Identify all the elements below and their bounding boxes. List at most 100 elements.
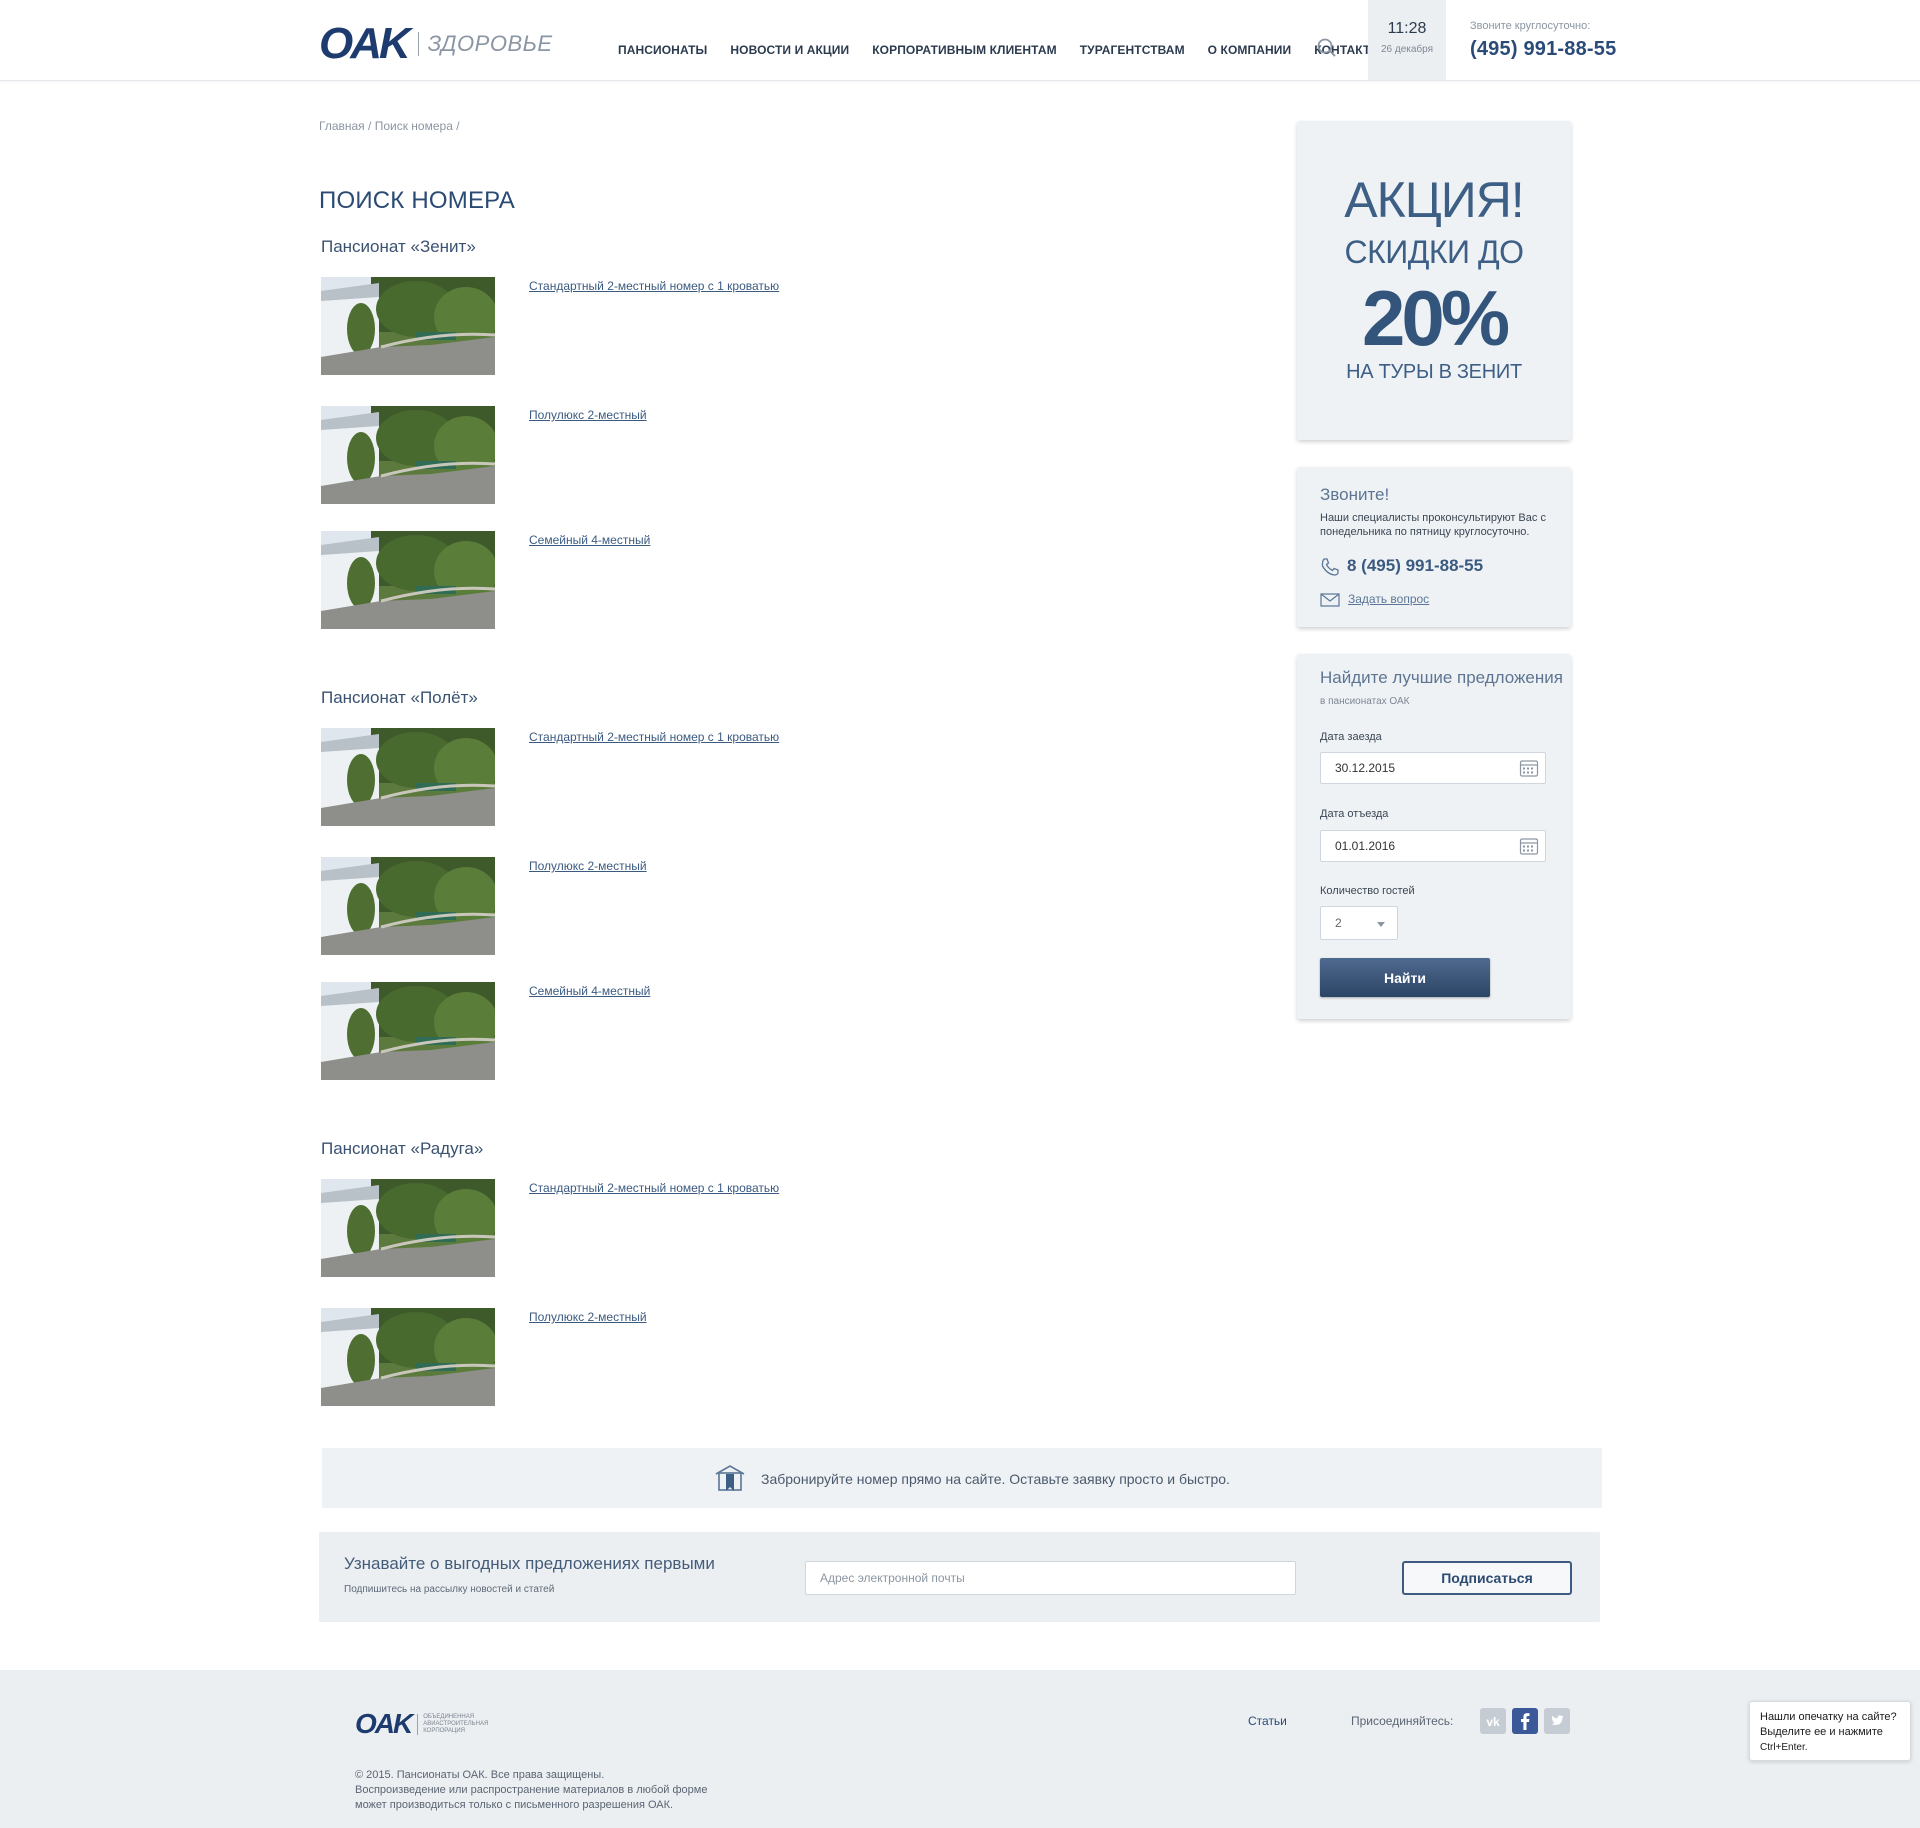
room-item: Стандартный 2-местный номер с 1 кроватью (321, 1179, 779, 1277)
checkout-label: Дата отъезда (1320, 808, 1389, 820)
logo-oak: OAK (319, 19, 411, 68)
room-link[interactable]: Полулюкс 2-местный (529, 408, 647, 422)
breadcrumb: Главная / Поиск номера / (319, 119, 460, 133)
room-link[interactable]: Стандартный 2-местный номер с 1 кроватью (529, 730, 779, 744)
clock-widget: 11:28 26 декабря (1368, 0, 1446, 80)
newsletter-title: Узнавайте о выгодных предложениях первым… (344, 1554, 715, 1573)
room-link[interactable]: Стандартный 2-местный номер с 1 кроватью (529, 279, 779, 293)
booking-banner: Забронируйте номер прямо на сайте. Остав… (322, 1448, 1602, 1508)
room-item: Семейный 4-местный (321, 531, 650, 629)
vk-icon[interactable]: vk (1480, 1708, 1506, 1734)
logo-subtitle: ЗДОРОВЬЕ (427, 31, 553, 56)
breadcrumb-home[interactable]: Главная (319, 119, 365, 133)
notice-line: Воспроизведение или распространение мате… (355, 1784, 708, 1796)
contact-text: Наши специалисты проконсультируют Вас с … (1320, 512, 1546, 538)
group-title-raduga: Пансионат «Радуга» (321, 1139, 484, 1158)
room-link[interactable]: Полулюкс 2-местный (529, 1310, 647, 1324)
room-photo[interactable] (321, 277, 495, 375)
site-footer: OAK ОБЪЕДИНЕННАЯ АВИАСТРОИТЕЛЬНАЯ КОРПОР… (0, 1670, 1920, 1828)
checkin-date-input[interactable] (1320, 752, 1546, 784)
promo-banner[interactable]: АКЦИЯ! СКИДКИ ДО 20% НА ТУРЫ В ЗЕНИТ (1297, 121, 1571, 440)
search-form-title: Найдите лучшие предложения (1320, 668, 1563, 687)
call-label: Звоните круглосуточно: (1470, 20, 1591, 32)
promo-percent: 20% (1361, 274, 1510, 362)
phone-icon (1320, 557, 1340, 582)
room-item: Полулюкс 2-местный (321, 406, 647, 504)
footer-copyright: © 2015. Пансионаты ОАК. Все права защище… (355, 1768, 707, 1813)
email-input[interactable] (805, 1561, 1296, 1595)
newsletter-block: Узнавайте о выгодных предложениях первым… (319, 1532, 1600, 1622)
find-button[interactable]: Найти (1320, 958, 1490, 997)
promo-discount-label: СКИДКИ ДО (1344, 234, 1524, 270)
header-call: Звоните круглосуточно: (495) 991-88-55 (1470, 20, 1616, 61)
nav-item-news[interactable]: НОВОСТИ И АКЦИИ (730, 43, 849, 57)
contact-phone[interactable]: 8 (495) 991-88-55 (1347, 556, 1483, 576)
newsletter-subtitle: Подпишитесь на рассылку новостей и стате… (344, 1584, 555, 1595)
room-photo[interactable] (321, 728, 495, 826)
contact-title: Звоните! (1320, 485, 1390, 504)
footer-logo-oak: OAK (355, 1708, 413, 1739)
search-icon[interactable] (1317, 38, 1336, 57)
logo-separator (417, 32, 419, 56)
room-item: Стандартный 2-местный номер с 1 кроватью (321, 728, 779, 826)
room-search-form: Найдите лучшие предложения в пансионатах… (1297, 654, 1571, 1019)
room-photo[interactable] (321, 857, 495, 955)
clock-time: 11:28 (1387, 20, 1427, 37)
room-photo[interactable] (321, 982, 495, 1080)
guests-label: Количество гостей (1320, 885, 1415, 897)
group-title-polet: Пансионат «Полёт» (321, 688, 478, 707)
typo-shortcut: Ctrl+Enter. (1760, 1742, 1808, 1753)
room-photo[interactable] (321, 406, 495, 504)
footer-logo[interactable]: OAK ОБЪЕДИНЕННАЯ АВИАСТРОИТЕЛЬНАЯ КОРПОР… (355, 1710, 495, 1738)
footer-articles-link[interactable]: Статьи (1248, 1714, 1287, 1728)
booking-text: Забронируйте номер прямо на сайте. Остав… (761, 1471, 1230, 1487)
twitter-icon[interactable] (1544, 1708, 1570, 1734)
ask-question-link[interactable]: Задать вопрос (1348, 592, 1429, 606)
facebook-icon[interactable] (1512, 1708, 1538, 1734)
notice-line: может производиться только с письменного… (355, 1799, 674, 1811)
header-phone[interactable]: (495) 991-88-55 (1470, 38, 1616, 61)
search-form-subtitle: в пансионатах ОАК (1320, 696, 1410, 707)
room-photo[interactable] (321, 1308, 495, 1406)
room-item: Полулюкс 2-местный (321, 857, 647, 955)
contact-card: Звоните! Наши специалисты проконсультиру… (1297, 467, 1571, 627)
checkout-date-input[interactable] (1320, 830, 1546, 862)
guests-select[interactable]: 2 (1320, 906, 1398, 940)
typo-line: Выделите ее и нажмите (1760, 1726, 1883, 1738)
checkin-label: Дата заезда (1320, 731, 1382, 743)
subscribe-button[interactable]: Подписаться (1402, 1561, 1572, 1595)
mail-icon (1320, 593, 1340, 612)
room-item: Полулюкс 2-местный (321, 1308, 647, 1406)
main-nav: ПАНСИОНАТЫ НОВОСТИ И АКЦИИ КОРПОРАТИВНЫМ… (618, 43, 1405, 57)
chevron-down-icon (1377, 922, 1385, 927)
calendar-icon[interactable] (1519, 836, 1539, 856)
room-photo[interactable] (321, 531, 495, 629)
group-title-zenit: Пансионат «Зенит» (321, 237, 476, 256)
promo-target: НА ТУРЫ В ЗЕНИТ (1346, 361, 1522, 383)
svg-text:vk: vk (1486, 1715, 1500, 1729)
promo-heading: АКЦИЯ! (1344, 172, 1524, 228)
guests-value: 2 (1335, 916, 1342, 930)
nav-item-corporate[interactable]: КОРПОРАТИВНЫМ КЛИЕНТАМ (872, 43, 1056, 57)
nav-item-agencies[interactable]: ТУРАГЕНТСТВАМ (1080, 43, 1185, 57)
calendar-icon[interactable] (1519, 758, 1539, 778)
room-link[interactable]: Семейный 4-местный (529, 533, 650, 547)
bookmark-icon (714, 1464, 746, 1497)
footer-logo-corp: ОБЪЕДИНЕННАЯ АВИАСТРОИТЕЛЬНАЯ КОРПОРАЦИЯ (417, 1713, 495, 1735)
nav-item-pensions[interactable]: ПАНСИОНАТЫ (618, 43, 707, 57)
room-item: Стандартный 2-местный номер с 1 кроватью (321, 277, 779, 375)
copyright-line: © 2015. Пансионаты ОАК. Все права защище… (355, 1769, 605, 1781)
room-item: Семейный 4-местный (321, 982, 650, 1080)
site-header: OAK ЗДОРОВЬЕ ПАНСИОНАТЫ НОВОСТИ И АКЦИИ … (0, 0, 1920, 81)
room-link[interactable]: Стандартный 2-местный номер с 1 кроватью (529, 1181, 779, 1195)
room-link[interactable]: Полулюкс 2-местный (529, 859, 647, 873)
nav-item-about[interactable]: О КОМПАНИИ (1208, 43, 1292, 57)
typo-notice: Нашли опечатку на сайте? Выделите ее и н… (1749, 1701, 1911, 1761)
room-link[interactable]: Семейный 4-местный (529, 984, 650, 998)
page-title: ПОИСК НОМЕРА (319, 187, 515, 214)
breadcrumb-current[interactable]: Поиск номера (375, 119, 453, 133)
room-photo[interactable] (321, 1179, 495, 1277)
clock-date: 26 декабря (1380, 44, 1434, 55)
site-logo[interactable]: OAK ЗДОРОВЬЕ (319, 22, 553, 66)
typo-line: Нашли опечатку на сайте? (1760, 1711, 1897, 1723)
